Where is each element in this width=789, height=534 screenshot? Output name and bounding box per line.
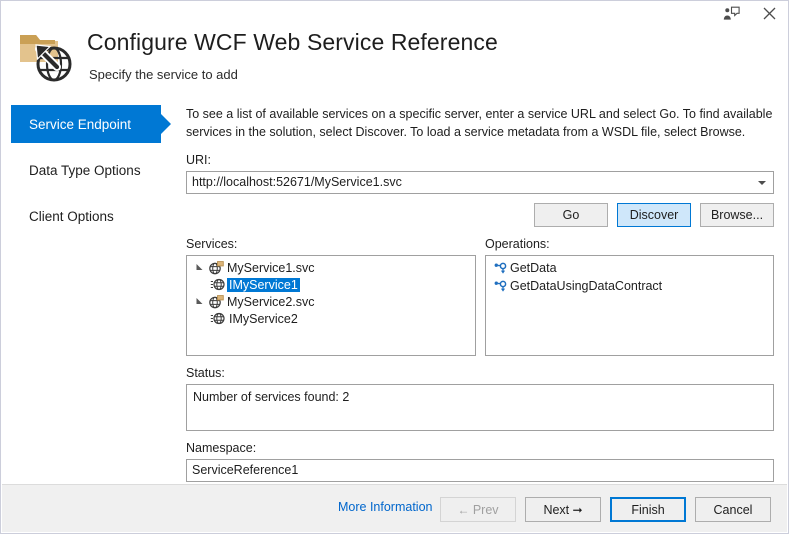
discover-button[interactable]: Discover [617,203,691,227]
list-item[interactable]: GetDataUsingDataContract [486,277,773,295]
tree-node-label: IMyService2 [229,311,298,326]
wcf-service-icon [207,294,225,309]
uri-combobox[interactable]: http://localhost:52671/MyService1.svc [186,171,774,194]
arrow-right-icon: ➞ [569,502,583,517]
chevron-down-icon[interactable] [758,181,766,185]
operations-panel: Operations: GetData GetDataUsingDataCont… [485,237,774,356]
status-label: Status: [186,366,225,380]
configure-wcf-web-service-reference-dialog: Configure WCF Web Service Reference Spec… [0,0,789,534]
services-panel: Services: MyService1.svc IMyService1 MyS… [186,237,476,356]
operation-method-icon [491,280,510,293]
prev-button[interactable]: ← Prev [440,497,516,522]
operation-method-icon [491,262,510,275]
tree-node-label: MyService1.svc [227,260,315,275]
footer-buttons: ← Prev Next ➞ Finish Cancel [440,497,771,522]
expanded-triangle-icon[interactable] [191,297,207,306]
next-button-label: Next [543,502,570,517]
next-button[interactable]: Next ➞ [525,497,601,522]
namespace-value: ServiceReference1 [192,463,299,477]
dialog-header: Configure WCF Web Service Reference Spec… [1,1,789,93]
prev-button-label: Prev [472,502,499,517]
browse-button[interactable]: Browse... [700,203,774,227]
operation-label: GetData [510,261,557,275]
arrow-left-icon: ← [457,502,473,517]
more-information-link[interactable]: More Information [338,500,432,514]
tree-node-label: IMyService1 [227,277,300,292]
sidebar-item-client-options[interactable]: Client Options [1,197,177,235]
tree-row[interactable]: MyService2.svc [187,293,475,310]
main-content: To see a list of available services on a… [186,105,774,482]
sidebar-item-service-endpoint[interactable]: Service Endpoint [1,105,177,143]
status-box: Number of services found: 2 [186,384,774,431]
wcf-service-icon [207,260,225,275]
page-title: Configure WCF Web Service Reference [87,29,498,55]
selected-nav-pointer-icon [161,114,171,134]
operation-label: GetDataUsingDataContract [510,279,663,293]
uri-label: URI: [186,153,211,167]
list-item[interactable]: GetData [486,259,773,277]
sidebar-item-label: Service Endpoint [29,116,132,132]
operations-list[interactable]: GetData GetDataUsingDataContract [485,255,774,356]
sidebar-item-data-type-options[interactable]: Data Type Options [1,151,177,189]
status-message: Number of services found: 2 [193,390,350,404]
namespace-label: Namespace: [186,441,257,455]
tree-row[interactable]: IMyService2 [187,310,475,327]
namespace-input[interactable]: ServiceReference1 [186,459,774,482]
operations-label: Operations: [485,237,550,251]
sidebar-item-label: Client Options [29,208,114,224]
uri-value: http://localhost:52671/MyService1.svc [192,175,402,189]
services-label: Services: [186,237,238,251]
instructions-text: To see a list of available services on a… [186,107,773,139]
uri-action-buttons: Go Discover Browse... [186,203,774,227]
go-button[interactable]: Go [534,203,608,227]
tree-row[interactable]: IMyService1 [187,276,475,293]
services-operations-row: Services: MyService1.svc IMyService1 MyS… [186,237,774,356]
sidebar-item-label: Data Type Options [29,162,141,178]
tree-node-label: MyService2.svc [227,294,315,309]
finish-button[interactable]: Finish [610,497,686,522]
cancel-button[interactable]: Cancel [695,497,771,522]
tree-row[interactable]: MyService1.svc [187,259,475,276]
folder-globe-arrow-icon [17,27,75,83]
page-subtitle: Specify the service to add [89,67,238,82]
expanded-triangle-icon[interactable] [191,263,207,272]
wizard-step-nav: Service Endpoint Data Type Options Clien… [1,105,177,243]
service-contract-globe-icon [209,312,227,325]
dialog-footer: More Information ← Prev Next ➞ Finish Ca… [2,484,787,532]
service-contract-globe-icon [209,278,227,291]
services-tree[interactable]: MyService1.svc IMyService1 MyService2.sv… [186,255,476,356]
